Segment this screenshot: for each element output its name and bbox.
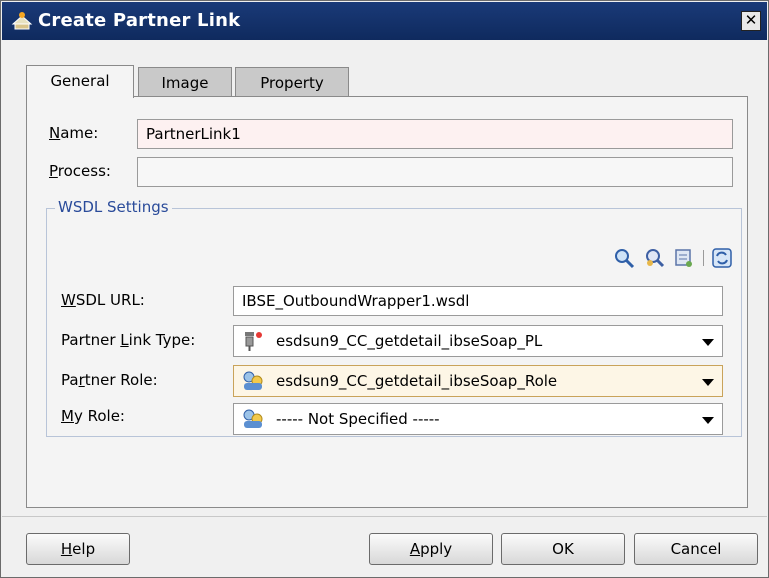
- wsdl-url-label: WSDL URL:: [61, 291, 145, 309]
- button-bar-separator: [2, 516, 767, 517]
- my-role-label: My Role:: [61, 407, 125, 425]
- role-icon: [243, 409, 263, 428]
- ok-button[interactable]: OK: [501, 533, 625, 565]
- process-label: Process:: [49, 162, 111, 180]
- apply-button[interactable]: Apply: [369, 533, 493, 565]
- create-partner-link-dialog: Create Partner Link ✕ General Image Prop…: [0, 0, 769, 578]
- tab-property[interactable]: Property: [235, 67, 349, 98]
- cancel-button[interactable]: Cancel: [634, 533, 758, 565]
- my-role-value: ----- Not Specified -----: [276, 410, 440, 428]
- partner-role-value: esdsun9_CC_getdetail_ibseSoap_Role: [276, 372, 558, 390]
- chevron-down-icon[interactable]: [702, 379, 714, 386]
- close-button[interactable]: ✕: [741, 11, 761, 31]
- partner-link-type-value: esdsun9_CC_getdetail_ibseSoap_PL: [276, 332, 543, 350]
- window-title: Create Partner Link: [38, 10, 241, 31]
- tab-property-label: Property: [260, 74, 324, 92]
- wsdl-url-field[interactable]: IBSE_OutboundWrapper1.wsdl: [233, 286, 723, 316]
- tab-image[interactable]: Image: [138, 67, 232, 98]
- partner-role-select[interactable]: esdsun9_CC_getdetail_ibseSoap_Role: [233, 365, 723, 397]
- role-icon: [243, 371, 263, 390]
- title-bar[interactable]: Create Partner Link ✕: [2, 2, 767, 40]
- chevron-down-icon[interactable]: [702, 417, 714, 424]
- my-role-select[interactable]: ----- Not Specified -----: [233, 403, 723, 435]
- help-button[interactable]: Help: [26, 533, 130, 565]
- partner-link-type-icon: [245, 332, 262, 351]
- name-label: Name:: [49, 124, 99, 142]
- wsdl-settings-legend: WSDL Settings: [55, 198, 172, 216]
- tab-image-label: Image: [161, 74, 209, 92]
- general-tab-panel: Name: PartnerLink1 Process: WSDL Setting…: [26, 96, 748, 508]
- process-field[interactable]: [137, 157, 733, 187]
- tab-general-label: General: [50, 72, 110, 90]
- toolbar-separator: [703, 250, 704, 266]
- search-icon[interactable]: [613, 247, 635, 269]
- name-field[interactable]: PartnerLink1: [137, 119, 733, 149]
- partner-role-label: Partner Role:: [61, 371, 158, 389]
- partner-link-type-select[interactable]: esdsun9_CC_getdetail_ibseSoap_PL: [233, 325, 723, 357]
- refresh-icon[interactable]: [711, 247, 733, 269]
- close-icon: ✕: [744, 11, 758, 29]
- browse-services-icon[interactable]: [643, 247, 665, 269]
- tab-general[interactable]: General: [26, 65, 134, 98]
- define-adapter-icon[interactable]: [673, 247, 695, 269]
- wsdl-settings-group: WSDL Settings WSDL URL: IBSE_OutboundWra…: [46, 198, 742, 437]
- partner-link-type-label: Partner Link Type:: [61, 331, 196, 349]
- chevron-down-icon[interactable]: [702, 339, 714, 346]
- partner-link-icon: [11, 12, 33, 30]
